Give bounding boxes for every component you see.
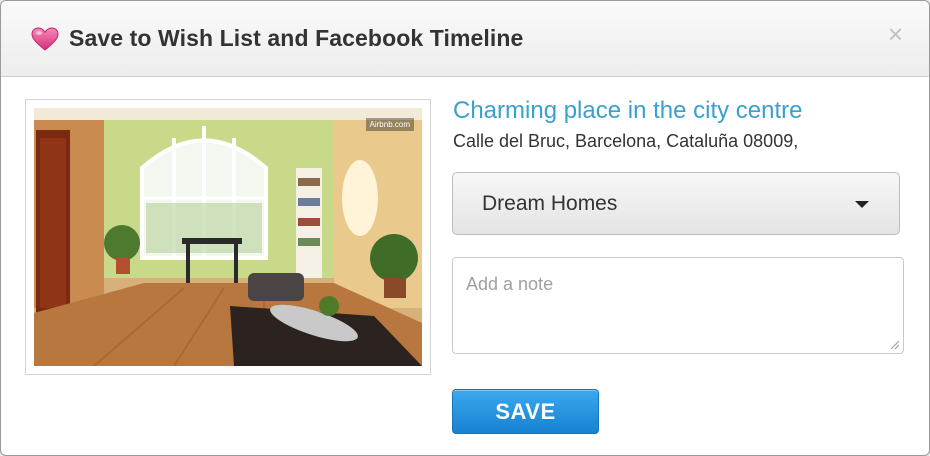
wishlist-dropdown[interactable]: Dream Homes — [452, 172, 900, 235]
listing-photo[interactable]: Airbnb.com — [34, 108, 422, 366]
close-icon[interactable]: × — [888, 21, 903, 47]
resize-grip-icon[interactable] — [890, 340, 900, 350]
modal-header: Save to Wish List and Facebook Timeline … — [1, 1, 929, 77]
heart-icon — [31, 26, 59, 51]
modal-title: Save to Wish List and Facebook Timeline — [69, 25, 524, 51]
room-illustration — [34, 108, 422, 366]
save-to-wishlist-modal: Save to Wish List and Facebook Timeline … — [0, 0, 930, 456]
listing-address: Calle del Bruc, Barcelona, Cataluña 0800… — [453, 131, 799, 151]
listing-photo-frame: Airbnb.com — [25, 99, 431, 375]
listing-title[interactable]: Charming place in the city centre — [453, 97, 803, 125]
caret-down-icon — [855, 201, 869, 208]
photo-watermark: Airbnb.com — [365, 118, 414, 131]
wishlist-selected-value: Dream Homes — [482, 191, 618, 215]
note-textarea[interactable] — [452, 257, 904, 354]
save-button[interactable]: SAVE — [452, 389, 599, 434]
